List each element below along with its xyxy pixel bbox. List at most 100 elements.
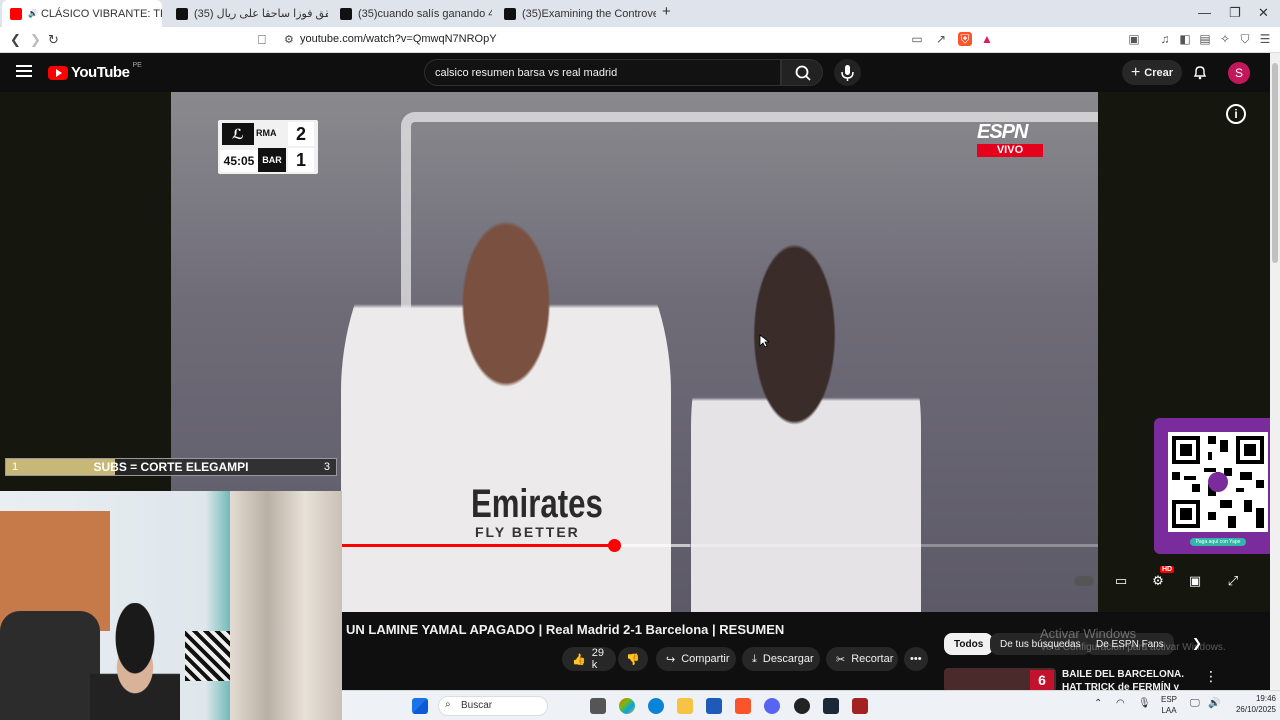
create-button[interactable]: + Crear (1122, 60, 1182, 85)
fullscreen-icon[interactable]: ⤢ (1224, 573, 1242, 589)
steam-icon[interactable] (823, 698, 839, 714)
like-count: 29 k (591, 647, 604, 671)
new-tab-icon[interactable]: + (662, 3, 671, 20)
scoreboard: ℒ RMA 2 45:05 BAR 1 (218, 120, 318, 174)
webcam-curtain (230, 491, 342, 720)
info-icon[interactable]: i (1226, 104, 1246, 124)
browser-menu-icon[interactable]: ☰ (1258, 32, 1272, 46)
search-input[interactable]: calsico resumen barsa vs real madrid (424, 59, 781, 86)
share-button[interactable]: ↪ Compartir (656, 647, 736, 671)
youtube-logo[interactable]: YouTube PE (48, 62, 142, 81)
tab-cuando-salis[interactable]: (35)cuando salís ganando 4 a 0 #me (332, 0, 492, 27)
forward-icon[interactable]: ❯ (30, 32, 41, 48)
autoplay-toggle[interactable] (1074, 576, 1094, 586)
tab-barcelona[interactable]: برشلونة يحقق فوزا ساحقا على ريال (35) (168, 0, 328, 27)
taskbar-search[interactable]: ⌕ Buscar (438, 696, 548, 716)
scrollbar-thumb[interactable] (1272, 63, 1278, 263)
close-window-icon[interactable]: ✕ (1258, 5, 1269, 21)
tab-label: CLÁSICO VIBRANTE: TRIUNFA (40, 7, 162, 20)
team2: BAR (258, 148, 286, 172)
more-horizontal-icon: ••• (910, 653, 922, 665)
windows-start-icon[interactable] (412, 698, 428, 714)
address-bar[interactable]: youtube.com/watch?v=QmwqN7NROpY (300, 33, 497, 45)
store-icon[interactable] (706, 698, 722, 714)
obs-icon[interactable] (794, 698, 810, 714)
bookmark-icon[interactable]: ⎕ (258, 32, 266, 48)
subtitles-icon[interactable]: ▭ (1112, 573, 1130, 589)
back-icon[interactable]: ❮ (10, 32, 21, 48)
chip-all[interactable]: Todos (944, 633, 994, 655)
sidebar-icon[interactable]: ◧ (1178, 32, 1192, 46)
notifications-bell-icon[interactable] (1192, 64, 1208, 80)
game-launcher-icon[interactable] (852, 698, 868, 714)
tiktok-favicon-icon (340, 7, 352, 20)
brave-shield-icon[interactable]: ⛨ (958, 32, 972, 46)
site-settings-icon[interactable]: ⚙ (284, 33, 294, 46)
search-button[interactable] (781, 59, 823, 86)
country-code: PE (132, 62, 142, 69)
tray-expand-icon[interactable]: ⌃ (1094, 698, 1102, 709)
network-icon[interactable]: 🖵 (1190, 698, 1200, 709)
microphone-icon (841, 65, 854, 81)
wifi-icon[interactable]: ◠ (1116, 698, 1125, 709)
tab-label: (35)Examining the Controversial 200! (522, 7, 656, 20)
download-icon: ⤓ (752, 652, 757, 665)
reload-icon[interactable]: ↻ (48, 32, 59, 48)
subs-goal-text: SUBS = CORTE ELEGAMPI (93, 460, 249, 474)
sidebar-toggle-icon[interactable]: ▣ (1127, 32, 1141, 46)
like-button[interactable]: 👍 29 k (562, 647, 616, 671)
taskbar-clock[interactable]: 19:46 26/10/2025 (1236, 693, 1276, 715)
dislike-button[interactable]: 👎 (618, 647, 648, 671)
recommended-more-icon[interactable]: ⋮ (1204, 668, 1218, 685)
kit-sponsor-sub: FLY BETTER (475, 524, 580, 540)
discord-icon[interactable] (764, 698, 780, 714)
tiktok-favicon-icon (176, 7, 188, 20)
avatar[interactable]: S (1228, 62, 1250, 84)
webcam-zebra-pillow (185, 631, 230, 681)
hd-badge: HD (1160, 566, 1175, 573)
youtube-favicon-icon (10, 7, 22, 20)
voice-search-button[interactable] (834, 59, 861, 86)
theater-mode-icon[interactable]: ▣ (1186, 573, 1204, 589)
file-explorer-icon[interactable] (677, 698, 693, 714)
page-scrollbar[interactable] (1270, 53, 1280, 720)
music-icon[interactable]: ♫ (1158, 32, 1172, 46)
brave-taskbar-icon[interactable] (735, 698, 751, 714)
brave-rewards-icon[interactable]: ▲ (980, 32, 994, 46)
download-button[interactable]: ⤓ Descargar (742, 647, 820, 671)
vpn-icon[interactable]: ⛉ (1238, 32, 1252, 46)
windows-taskbar: ⌕ Buscar ⌃ ◠ 🎙 ESP LAA 🖵 🔊 19:46 26/10/2… (342, 690, 1280, 720)
clip-label: Recortar (851, 653, 894, 665)
lang-primary: ESP (1161, 695, 1178, 704)
more-actions-button[interactable]: ••• (904, 647, 928, 671)
progress-bar[interactable] (342, 539, 1098, 552)
leo-icon[interactable]: ✧ (1218, 32, 1232, 46)
thumbs-down-icon: 👎 (626, 653, 640, 666)
cast-icon[interactable]: ▭ (910, 32, 924, 46)
score2: 1 (288, 148, 314, 172)
tab-clasico[interactable]: 🔊 CLÁSICO VIBRANTE: TRIUNFA ✕ (2, 0, 162, 27)
recommended-thumbnail[interactable]: 6 (944, 668, 1056, 692)
kit-sponsor: Emirates (471, 482, 603, 526)
laliga-logo-icon: ℒ (222, 123, 254, 145)
wallet-icon[interactable]: ▤ (1198, 32, 1212, 46)
settings-gear-icon[interactable]: ⚙ (1149, 573, 1167, 589)
copilot-icon[interactable] (619, 698, 635, 714)
menu-icon[interactable] (16, 65, 32, 77)
minimize-icon[interactable]: — (1198, 5, 1211, 20)
tab-label: (35)cuando salís ganando 4 a 0 #me (358, 7, 492, 20)
tab-examining[interactable]: (35)Examining the Controversial 200! (496, 0, 656, 27)
input-language[interactable]: ESP LAA (1161, 694, 1177, 716)
task-view-icon[interactable] (590, 698, 606, 714)
logo-text: YouTube (71, 64, 130, 81)
restore-icon[interactable]: ❐ (1229, 5, 1241, 21)
tiktok-favicon-icon (504, 7, 516, 20)
browser-tab-bar: 🔊 CLÁSICO VIBRANTE: TRIUNFA ✕ برشلونة يح… (0, 0, 1280, 27)
volume-icon[interactable]: 🔊 (1208, 698, 1220, 709)
edge-icon[interactable] (648, 698, 664, 714)
qr-code-icon (1168, 432, 1268, 532)
clip-button[interactable]: ✂ Recortar (826, 647, 898, 671)
share-page-icon[interactable]: ↗ (934, 32, 948, 46)
scissors-icon: ✂ (836, 653, 846, 666)
mic-tray-icon[interactable]: 🎙 (1138, 698, 1151, 709)
